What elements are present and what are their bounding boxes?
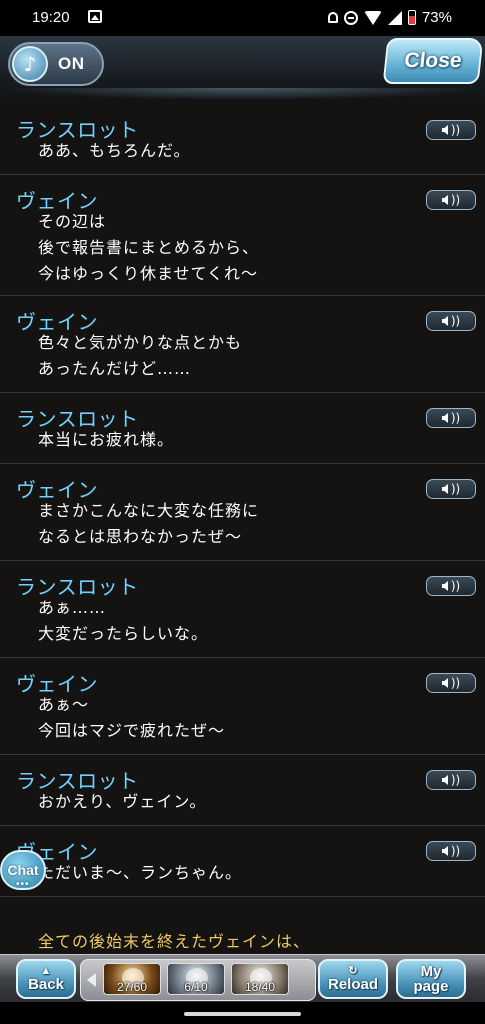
sound-toggle-button[interactable]: ♪ ON — [8, 42, 104, 86]
status-icons: 73% — [327, 9, 452, 26]
sound-waves-icon: )) — [450, 123, 461, 137]
play-voice-button[interactable]: )) — [426, 120, 476, 140]
sound-waves-icon: )) — [450, 773, 461, 787]
dialogue-line: 今回はマジで疲れたぜ〜 — [38, 721, 226, 740]
back-label: Back — [28, 976, 64, 993]
bottom-toolbar: ▲ Back 27/60 6/10 18/40 ↻ Reload My page — [0, 954, 485, 1003]
sound-waves-icon: )) — [450, 314, 461, 328]
log-entry: ヴェイン まさかこんなに大変な任務に なるとは思わなかったぜ〜 )) — [0, 464, 485, 561]
sound-waves-icon: )) — [450, 844, 461, 858]
dialogue-line: あったんだけど…… — [38, 359, 192, 378]
sound-waves-icon: )) — [450, 579, 461, 593]
reload-label: Reload — [327, 976, 378, 993]
notifications-off-icon — [327, 12, 338, 23]
wifi-icon — [363, 10, 382, 25]
play-voice-button[interactable]: )) — [426, 190, 476, 210]
sound-toggle-label: ON — [58, 54, 85, 73]
speaker-icon — [441, 484, 448, 494]
dialogue-text: まさかこんなに大変な任務に なるとは思わなかったぜ〜 — [38, 498, 259, 550]
dialogue-line: 大変だったらしいな。 — [38, 624, 209, 643]
item-count: 18/40 — [244, 980, 276, 994]
back-button[interactable]: ▲ Back — [16, 959, 76, 999]
status-bar: 19:20 73% — [0, 0, 485, 36]
log-header: ♪ ON Close — [0, 36, 485, 100]
item-slot[interactable]: 27/60 — [103, 963, 161, 995]
dialogue-line: あぁ〜 — [38, 695, 90, 714]
log-entry: ヴェイン その辺は 後で報告書にまとめるから、 今はゆっくり休ませてくれ〜 )) — [0, 175, 485, 296]
play-voice-button[interactable]: )) — [426, 576, 476, 596]
dialogue-line: まさかこんなに大変な任務に — [38, 501, 260, 520]
dialogue-text: ああ、もちろんだ。 — [38, 138, 191, 164]
dialogue-line: 色々と気がかりな点とかも — [38, 333, 243, 352]
battery-icon — [407, 10, 416, 25]
item-shortcuts: 27/60 6/10 18/40 — [80, 959, 316, 1001]
play-voice-button[interactable]: )) — [426, 841, 476, 861]
mypage-label-bottom: page — [413, 978, 449, 995]
dialogue-line: 本当にお疲れ様。 — [38, 430, 175, 449]
log-entry: ランスロット ああ、もちろんだ。 )) — [0, 108, 485, 175]
mypage-label-top: My — [420, 963, 442, 980]
dialogue-log[interactable]: ランスロット ああ、もちろんだ。 )) ヴェイン その辺は 後で報告書にまとめる… — [0, 108, 485, 897]
left-arrow-icon[interactable] — [87, 973, 96, 987]
gallery-icon — [88, 10, 102, 23]
dialogue-text: ただいま〜、ランちゃん。 — [38, 860, 242, 886]
battery-percent: 73% — [421, 9, 452, 26]
log-entry: ヴェイン ただいま〜、ランちゃん。 )) — [0, 826, 485, 897]
dialogue-text: 色々と気がかりな点とかも あったんだけど…… — [38, 330, 242, 382]
chat-label: Chat — [7, 862, 39, 878]
chat-button[interactable]: Chat ••• — [0, 850, 46, 890]
dialogue-line: あぁ…… — [38, 598, 107, 617]
speaker-icon — [441, 581, 448, 591]
dialogue-line: おかえり、ヴェイン。 — [38, 792, 207, 811]
item-slot[interactable]: 6/10 — [167, 963, 225, 995]
music-note-icon: ♪ — [12, 46, 48, 82]
item-count: 6/10 — [184, 980, 208, 994]
play-voice-button[interactable]: )) — [426, 311, 476, 331]
ellipsis-icon: ••• — [16, 879, 30, 890]
speaker-icon — [441, 195, 448, 205]
dialogue-text: 本当にお疲れ様。 — [38, 427, 174, 453]
sound-waves-icon: )) — [450, 482, 461, 496]
log-entry: ランスロット 本当にお疲れ様。 )) — [0, 393, 485, 464]
item-count: 27/60 — [116, 980, 148, 994]
signal-icon — [387, 10, 402, 25]
speaker-icon — [441, 413, 448, 423]
play-voice-button[interactable]: )) — [426, 673, 476, 693]
dialogue-text: おかえり、ヴェイン。 — [38, 789, 206, 815]
dialogue-text: その辺は 後で報告書にまとめるから、 今はゆっくり休ませてくれ〜 — [38, 209, 259, 287]
reload-button[interactable]: ↻ Reload — [318, 959, 388, 999]
log-entry: ランスロット あぁ…… 大変だったらしいな。 )) — [0, 561, 485, 658]
close-button[interactable]: Close — [382, 38, 484, 84]
item-slot[interactable]: 18/40 — [231, 963, 289, 995]
narration-text: 全ての後始末を終えたヴェインは、 — [38, 932, 311, 951]
dialogue-line: その辺は — [38, 212, 107, 231]
home-gesture-handle[interactable] — [184, 1012, 301, 1016]
speaker-icon — [441, 846, 448, 856]
speaker-icon — [441, 775, 448, 785]
dialogue-text: あぁ〜 今回はマジで疲れたぜ〜 — [38, 692, 225, 744]
dialogue-text: あぁ…… 大変だったらしいな。 — [38, 595, 208, 647]
status-time: 19:20 — [32, 9, 70, 26]
speaker-icon — [441, 678, 448, 688]
speaker-icon — [441, 125, 448, 135]
dialogue-line: ただいま〜、ランちゃん。 — [38, 863, 243, 882]
sound-waves-icon: )) — [450, 193, 461, 207]
log-entry: ランスロット おかえり、ヴェイン。 )) — [0, 755, 485, 826]
log-entry: ヴェイン あぁ〜 今回はマジで疲れたぜ〜 )) — [0, 658, 485, 755]
sound-waves-icon: )) — [450, 676, 461, 690]
mypage-button[interactable]: My page — [396, 959, 466, 999]
speaker-icon — [441, 316, 448, 326]
do-not-disturb-icon — [343, 10, 358, 25]
sound-waves-icon: )) — [450, 411, 461, 425]
system-nav-bar — [0, 1002, 485, 1024]
play-voice-button[interactable]: )) — [426, 770, 476, 790]
log-entry: ヴェイン 色々と気がかりな点とかも あったんだけど…… )) — [0, 296, 485, 393]
play-voice-button[interactable]: )) — [426, 408, 476, 428]
dialogue-line: 今はゆっくり休ませてくれ〜 — [38, 264, 259, 283]
play-voice-button[interactable]: )) — [426, 479, 476, 499]
dialogue-line: なるとは思わなかったぜ〜 — [38, 527, 243, 546]
dialogue-line: 後で報告書にまとめるから、 — [38, 238, 260, 257]
dialogue-line: ああ、もちろんだ。 — [38, 141, 191, 160]
